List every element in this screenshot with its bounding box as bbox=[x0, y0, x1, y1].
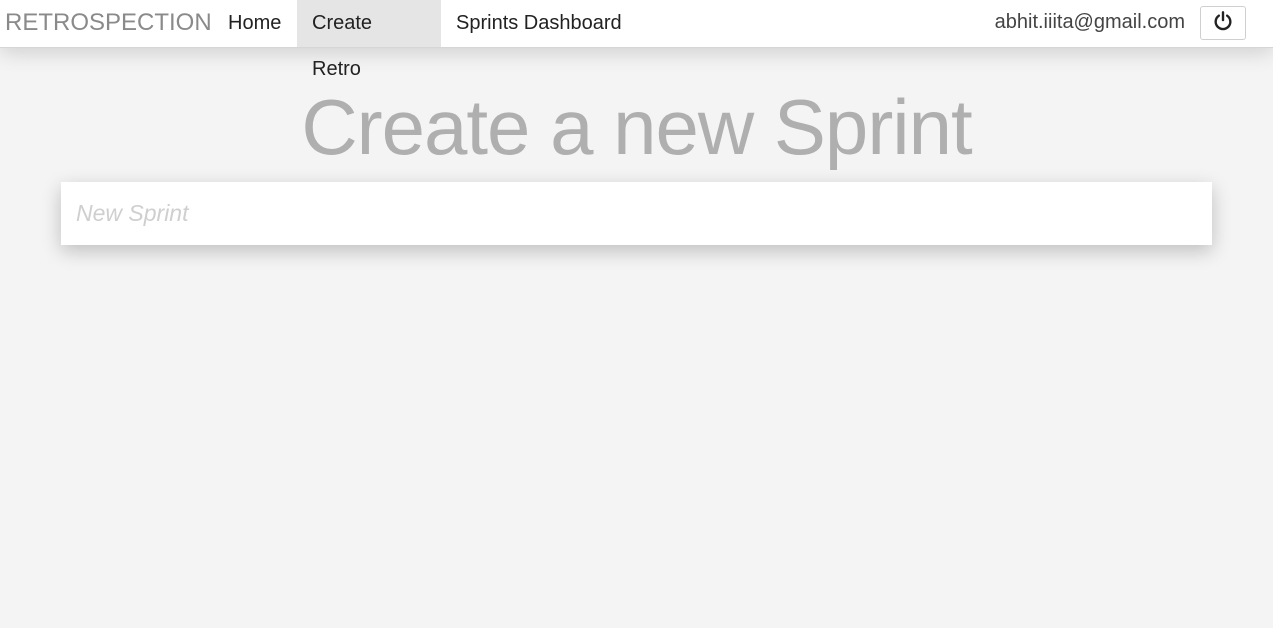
user-email: abhit.iiita@gmail.com bbox=[994, 11, 1185, 33]
page-title: Create a new Sprint bbox=[301, 83, 972, 171]
top-navbar: RETROSPECTION Home Create Retro Sprints … bbox=[0, 0, 1273, 80]
nav-home-link[interactable]: Home bbox=[213, 0, 296, 47]
nav-sprints-dashboard-link[interactable]: Sprints Dashboard bbox=[441, 0, 637, 47]
nav-create-retro-link[interactable]: Create Retro bbox=[297, 0, 441, 80]
logout-button[interactable] bbox=[1200, 6, 1246, 40]
new-sprint-input[interactable] bbox=[61, 182, 1212, 245]
brand-logo[interactable]: RETROSPECTION bbox=[5, 0, 212, 48]
power-icon bbox=[1212, 10, 1234, 37]
